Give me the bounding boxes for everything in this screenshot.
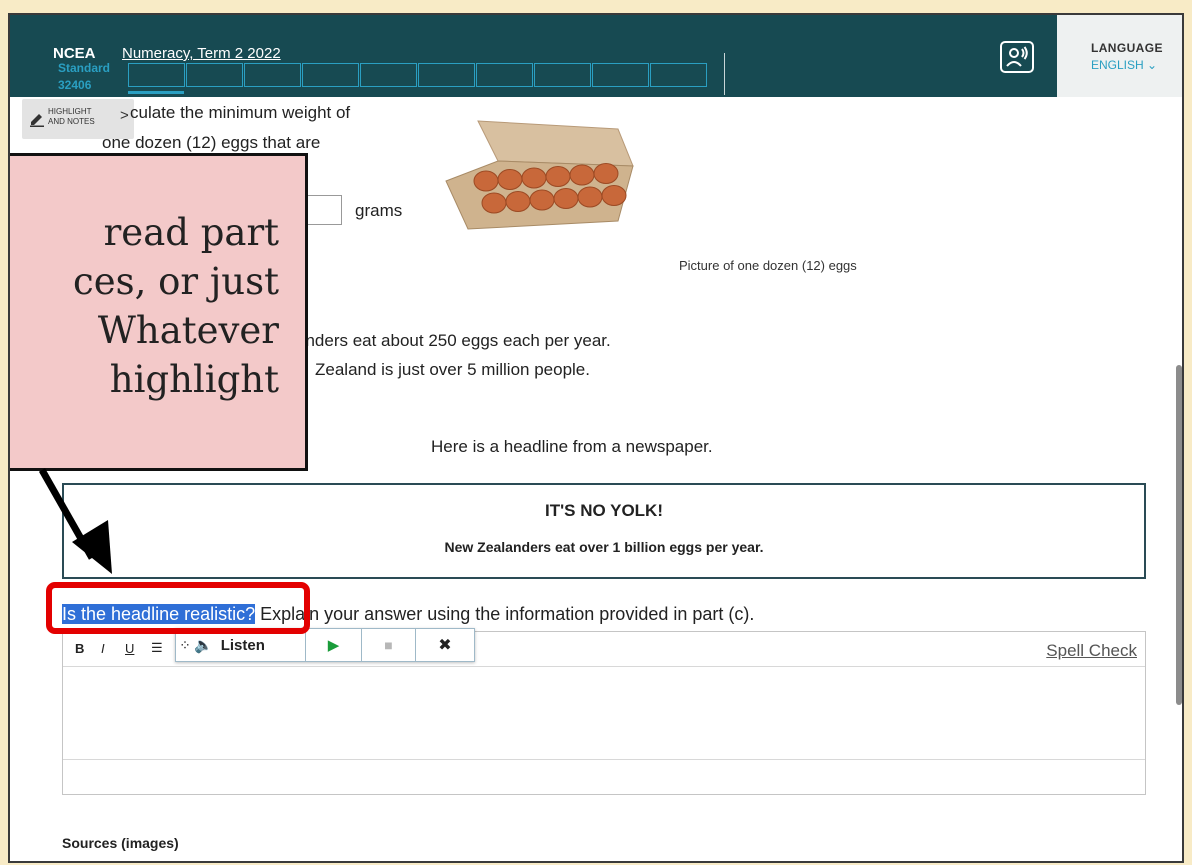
pencil-icon <box>30 114 44 127</box>
annotation-highlight-box <box>46 582 310 634</box>
question-nav-box[interactable] <box>418 63 475 87</box>
chevron-down-icon: ⌄ <box>1147 58 1158 72</box>
question-nav-box[interactable] <box>128 63 185 87</box>
current-question-indicator <box>128 91 184 94</box>
test-title[interactable]: Numeracy, Term 2 2022 <box>122 45 281 62</box>
egg-shape <box>481 192 507 214</box>
question-rest: Explain your answer using the informatio… <box>255 604 755 624</box>
egg-shape <box>545 166 571 187</box>
question-nav-box[interactable] <box>476 63 533 87</box>
answer-text-area[interactable] <box>63 667 1145 759</box>
top-bar: NCEA Numeracy, Term 2 2022 Standard 3240… <box>10 15 1057 97</box>
fact-population: Zealand is just over 5 million people. <box>315 360 590 379</box>
italic-button[interactable]: I <box>101 641 105 656</box>
question-b-line1: culate the minimum weight of <box>130 103 351 122</box>
egg-shape <box>473 170 499 192</box>
speaker-icon: 🔈 <box>194 637 213 654</box>
stop-button[interactable]: ■ <box>362 629 416 661</box>
egg-shape <box>569 164 595 186</box>
headline-subtitle: New Zealanders eat over 1 billion eggs p… <box>444 539 764 555</box>
app-frame: NCEA Numeracy, Term 2 2022 Standard 3240… <box>8 13 1184 863</box>
listen-label: Listen <box>220 636 265 654</box>
grams-unit: grams <box>355 201 403 220</box>
egg-shape <box>593 163 619 184</box>
egg-shape <box>577 186 603 208</box>
annotation-callout: read part ces, or just Whatever highligh… <box>10 153 308 471</box>
numbered-list-icon[interactable]: ☰ <box>151 640 163 656</box>
question-nav-box[interactable] <box>360 63 417 87</box>
language-selector[interactable]: LANGUAGE ENGLISH ⌄ <box>1057 15 1182 97</box>
headline-title: IT'S NO YOLK! <box>544 501 663 520</box>
headline-intro: Here is a headline from a newspaper. <box>431 437 713 456</box>
question-nav-box[interactable] <box>186 63 243 87</box>
scrollbar-thumb[interactable] <box>1176 365 1182 705</box>
language-title: LANGUAGE <box>1091 41 1163 55</box>
question-nav-box[interactable] <box>592 63 649 87</box>
egg-image-caption: Picture of one dozen (12) eggs <box>679 258 857 273</box>
underline-button[interactable]: U <box>125 641 134 656</box>
question-nav-box[interactable] <box>650 63 707 87</box>
text-to-speech-button[interactable] <box>1000 41 1034 73</box>
egg-shape <box>553 188 579 209</box>
bold-button[interactable]: B <box>75 641 84 656</box>
highlight-tool-label: HIGHLIGHT AND NOTES <box>48 107 95 126</box>
speaker-person-icon <box>1006 46 1028 67</box>
language-value[interactable]: ENGLISH ⌄ <box>1091 58 1157 72</box>
chevron-right-icon: > <box>120 107 129 124</box>
question-nav-box[interactable] <box>302 63 359 87</box>
brand-logo: NCEA <box>53 45 96 62</box>
standard-label: Standard <box>58 61 111 75</box>
fact-eggs-per-person: anders eat about 250 eggs each per year. <box>296 331 611 350</box>
header-divider <box>724 53 725 95</box>
editor-footer <box>63 759 1145 794</box>
question-navigator <box>128 63 708 87</box>
sources-heading[interactable]: Sources (images) <box>62 835 179 851</box>
callout-text: read part ces, or just Whatever highligh… <box>72 211 279 401</box>
newspaper-headline-box: IT'S NO YOLK! New Zealanders eat over 1 … <box>62 483 1146 579</box>
egg-shape <box>505 191 531 212</box>
close-button[interactable]: ✖ <box>416 629 474 661</box>
standard-number: 32406 <box>58 78 92 92</box>
egg-shape <box>521 167 547 189</box>
play-button[interactable]: ▶ <box>306 629 362 661</box>
question-b-line2: one dozen (12) eggs that are <box>102 133 321 152</box>
question-nav-box[interactable] <box>244 63 301 87</box>
egg-carton-image <box>445 120 634 230</box>
question-nav-box[interactable] <box>534 63 591 87</box>
egg-shape <box>497 169 523 190</box>
spell-check-link[interactable]: Spell Check <box>1046 641 1137 661</box>
egg-shape <box>529 189 555 211</box>
egg-shape <box>601 185 627 206</box>
